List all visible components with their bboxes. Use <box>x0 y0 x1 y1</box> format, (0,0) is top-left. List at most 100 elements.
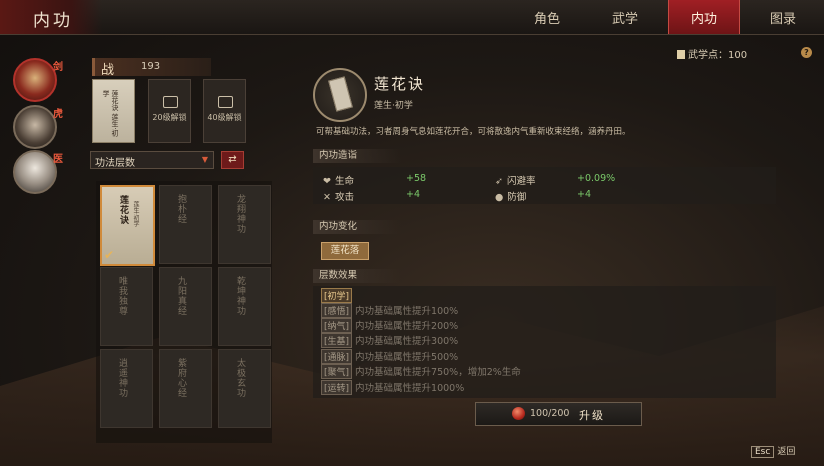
tab-character[interactable]: 角色 <box>512 0 582 34</box>
heart-icon: ❤ <box>323 176 331 187</box>
combat-power-plate: 战 193 <box>92 58 211 78</box>
equipped-slot-1[interactable]: 莲花诀 莲生·初学 <box>92 79 135 143</box>
section-change-header: 内功变化 <box>313 220 401 234</box>
stat-attack: ✕ 攻击 <box>323 189 354 203</box>
tab-martial-arts[interactable]: 武学 <box>590 0 660 34</box>
skill-book-card[interactable]: 逍遥神功 <box>100 349 153 428</box>
book-title: 乾坤神功 <box>235 276 245 316</box>
chevron-down-icon: ▼ <box>201 155 208 164</box>
upgrade-cost: 100/200 <box>530 408 570 419</box>
martial-points: 武学点：100 <box>677 46 747 61</box>
book-title: 紫府心经 <box>176 358 186 398</box>
level-text: 内功基础属性提升1000% <box>355 383 465 394</box>
energy-orb-icon <box>512 407 525 420</box>
stat-value: +58 <box>406 173 427 184</box>
skill-book-card[interactable]: 紫府心经 <box>159 349 212 428</box>
lock-icon <box>218 96 233 108</box>
esc-key: Esc <box>751 446 775 458</box>
book-title: 抱朴经 <box>176 194 186 224</box>
slot-unlock-text: 40级解锁 <box>207 113 242 122</box>
skill-description: 可帮基础功法，习者周身气息如莲花开合，可将散逸内气重新收束经络，涵养丹田。 <box>316 127 631 137</box>
book-title: 逍遥神功 <box>117 358 127 398</box>
level-tag: [聚气] <box>321 364 353 379</box>
book-title: 唯我独尊 <box>117 276 127 316</box>
top-bar: 内功 角色 武学 内功 图录 <box>0 0 824 35</box>
skill-book-card[interactable]: 乾坤神功 <box>218 267 271 346</box>
skill-book-card[interactable]: 莲花诀 莲生·初学 ✔ <box>100 185 155 266</box>
skill-book-card[interactable]: 唯我独尊 <box>100 267 153 346</box>
martial-points-label: 武学点：100 <box>688 50 748 61</box>
character-avatar-1[interactable]: 剑 <box>13 58 63 102</box>
back-label: 返回 <box>777 447 796 457</box>
check-icon: ✔ <box>104 248 115 262</box>
book-title: 莲花诀 <box>118 195 128 225</box>
level-row: [感悟] 内功基础属性提升100% <box>321 303 458 318</box>
level-row: [纳气] 内功基础属性提升200% <box>321 318 458 333</box>
locked-slot-2[interactable]: 20级解锁 <box>148 79 191 143</box>
book-icon <box>328 76 353 112</box>
book-subtitle: 莲生·初学 <box>132 201 139 227</box>
level-tag: [初学] <box>321 288 353 303</box>
stat-label: 防御 <box>507 192 527 203</box>
skill-book-grid: 莲花诀 莲生·初学 ✔ 抱朴经 龙翔神功 唯我独尊 九阳真经 乾坤神功 逍遥神功… <box>96 181 272 443</box>
level-tag: [感悟] <box>321 303 353 318</box>
level-row: [聚气] 内功基础属性提升750%，增加2%生命 <box>321 364 521 379</box>
tab-catalog[interactable]: 图录 <box>748 0 818 34</box>
shield-icon: ● <box>495 192 504 203</box>
skill-book-card[interactable]: 抱朴经 <box>159 185 212 264</box>
change-tag[interactable]: 莲花落 <box>321 242 369 260</box>
skill-book-card[interactable]: 九阳真经 <box>159 267 212 346</box>
upgrade-label: 升级 <box>579 409 605 422</box>
tab-inner-skill[interactable]: 内功 <box>668 0 740 34</box>
stat-value: +0.09% <box>577 173 616 184</box>
level-tag: [通脉] <box>321 349 353 364</box>
level-tag: [纳气] <box>321 318 353 333</box>
character-avatar-3[interactable]: 医 <box>13 150 63 194</box>
swap-order-button[interactable]: ⇄ <box>221 151 244 169</box>
level-row: [生基] 内功基础属性提升300% <box>321 333 458 348</box>
level-row: [运转] 内功基础属性提升1000% <box>321 380 464 395</box>
equipped-slot-text: 莲花诀 莲生·初学 <box>102 90 119 137</box>
slot-unlock-text: 20级解锁 <box>152 113 187 122</box>
sword-badge: 剑 <box>53 62 63 73</box>
combat-label: 战 <box>101 63 115 78</box>
stat-value: +4 <box>577 189 592 200</box>
sort-dropdown[interactable]: 功法层数 ▼ <box>90 151 214 169</box>
book-title: 九阳真经 <box>176 276 186 316</box>
level-tag: [运转] <box>321 380 353 395</box>
character-avatar-2[interactable]: 虎 <box>13 105 63 149</box>
skill-book-card[interactable]: 太极玄功 <box>218 349 271 428</box>
book-title: 龙翔神功 <box>235 194 245 234</box>
skill-book-card[interactable]: 龙翔神功 <box>218 185 271 264</box>
page-title: 内功 <box>33 11 73 31</box>
upgrade-button[interactable]: 100/200 升级 <box>475 402 642 426</box>
skill-title: 莲花诀 <box>374 75 426 93</box>
tab-bar: 角色 武学 内功 图录 <box>504 0 818 34</box>
help-button[interactable]: ? <box>801 47 812 58</box>
lock-icon <box>163 96 178 108</box>
crossed-swords-icon: ✕ <box>323 192 331 203</box>
level-row: [通脉] 内功基础属性提升500% <box>321 349 458 364</box>
scroll-icon <box>677 50 685 59</box>
attributes-panel <box>313 167 776 204</box>
back-button[interactable]: Esc 返回 <box>751 444 795 458</box>
section-levels-header: 层数效果 <box>313 269 401 283</box>
stat-value: +4 <box>406 189 421 200</box>
tiger-badge: 虎 <box>53 109 63 120</box>
level-text: 内功基础属性提升100% <box>355 306 459 317</box>
level-text: 内功基础属性提升200% <box>355 321 459 332</box>
locked-slot-3[interactable]: 40级解锁 <box>203 79 246 143</box>
arrow-icon: ➶ <box>495 176 503 187</box>
level-row: [初学] <box>321 288 355 303</box>
section-attributes-header: 内功造诣 <box>313 149 401 163</box>
stat-dodge: ➶ 闪避率 <box>495 173 535 187</box>
stat-defense: ● 防御 <box>495 189 526 203</box>
skill-level: 莲生·初学 <box>374 101 413 111</box>
stat-label: 攻击 <box>334 192 354 203</box>
stat-hp: ❤ 生命 <box>323 173 354 187</box>
level-tag: [生基] <box>321 333 353 348</box>
level-text: 内功基础属性提升500% <box>355 352 459 363</box>
level-text: 内功基础属性提升750%，增加2%生命 <box>355 367 521 378</box>
sort-label: 功法层数 <box>95 158 135 169</box>
healer-badge: 医 <box>53 154 63 165</box>
